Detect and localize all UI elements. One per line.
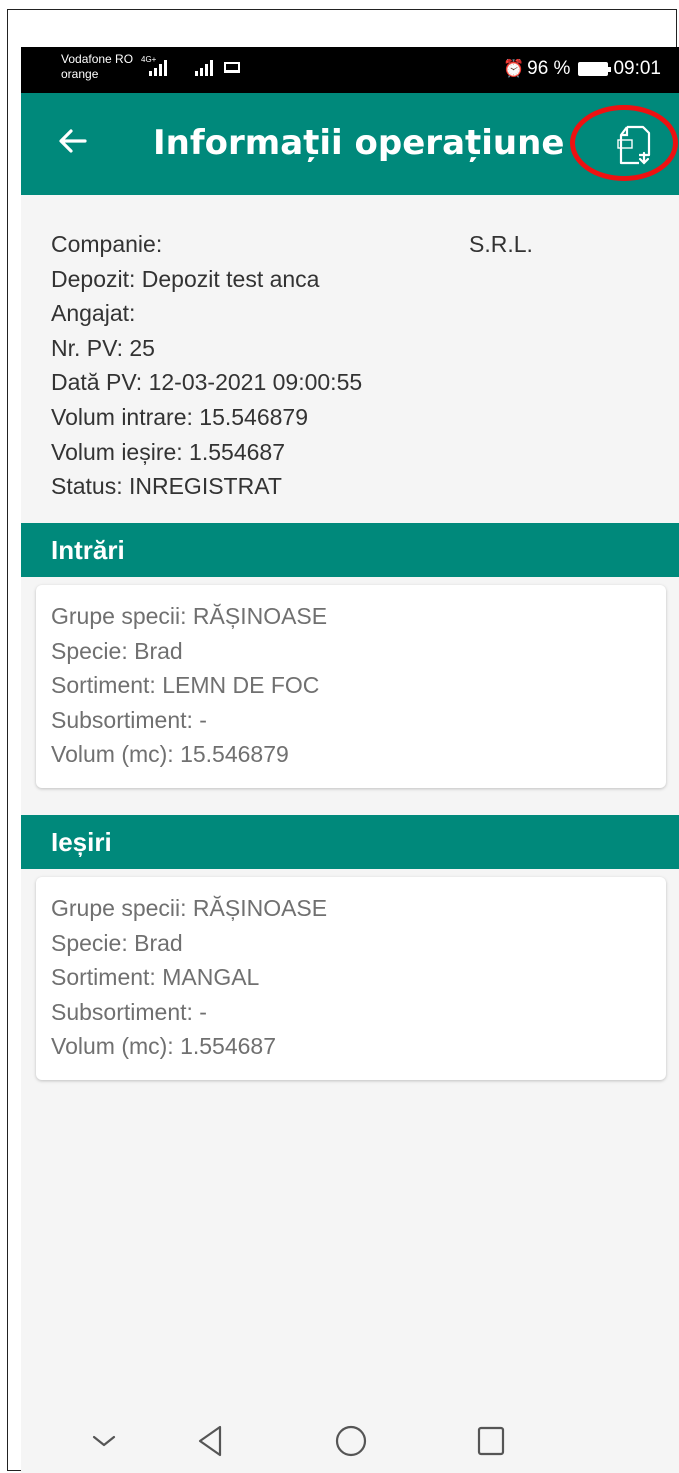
volume: Volum (mc): 15.546879 xyxy=(51,741,289,768)
subassortment: Subsortiment: - xyxy=(51,706,207,733)
depot-row: Depozit: Depozit test anca xyxy=(51,265,320,292)
species-group: Grupe specii: RĂȘINOASE xyxy=(51,895,328,921)
carrier-1: Vodafone RO xyxy=(61,52,134,66)
pv-number-row: Nr. PV: 25 xyxy=(51,334,155,361)
status-bar: Vodafone RO orange 4G+ ⏰ 96 % 09:01 xyxy=(21,47,679,93)
status-right: ⏰ 96 % 09:01 xyxy=(503,58,661,80)
nav-home-icon[interactable] xyxy=(334,1423,368,1464)
phone-screen: Vodafone RO orange 4G+ ⏰ 96 % 09:01 Info… xyxy=(21,47,679,1473)
battery-percent: 96 % xyxy=(527,58,571,79)
screen-mirror-icon xyxy=(224,62,240,73)
outputs-section-header: Ieșiri xyxy=(21,815,679,869)
volume-out-row: Volum ieșire: 1.554687 xyxy=(51,438,285,465)
employee-row: Angajat: xyxy=(51,300,136,327)
volume: Volum (mc): 1.554687 xyxy=(51,1033,277,1060)
species-group: Grupe specii: RĂȘINOASE xyxy=(51,603,328,629)
inputs-section-header: Intrări xyxy=(21,523,679,577)
signal-icon xyxy=(147,59,173,81)
carrier-info: Vodafone RO orange xyxy=(61,52,133,82)
system-nav-bar xyxy=(21,1409,679,1473)
carrier-2: orange xyxy=(61,67,99,81)
subassortment: Subsortiment: - xyxy=(51,998,207,1025)
back-arrow-icon[interactable] xyxy=(55,123,91,159)
app-bar: Informații operațiune xyxy=(21,93,679,195)
highlight-annotation xyxy=(570,105,678,181)
pv-date-row: Dată PV: 12-03-2021 09:00:55 xyxy=(51,369,363,396)
clock: 09:01 xyxy=(613,58,661,79)
nav-back-icon[interactable] xyxy=(196,1423,224,1464)
species: Specie: Brad xyxy=(51,929,183,956)
signal-icon-2 xyxy=(193,59,219,81)
alarm-icon: ⏰ xyxy=(502,59,525,78)
nav-down-icon[interactable] xyxy=(91,1423,117,1464)
status-row: Status: INREGISTRAT xyxy=(51,473,282,500)
input-item-card[interactable]: Grupe specii: RĂȘINOASE Specie: Brad Sor… xyxy=(36,585,666,788)
operation-info: Companie: S.R.L. Depozit: Depozit test a… xyxy=(51,227,533,504)
species: Specie: Brad xyxy=(51,637,183,664)
battery-icon xyxy=(578,62,612,76)
page-title: Informații operațiune xyxy=(153,123,565,163)
nav-recents-icon[interactable] xyxy=(476,1423,506,1464)
output-item-card[interactable]: Grupe specii: RĂȘINOASE Specie: Brad Sor… xyxy=(36,877,666,1080)
company-suffix: S.R.L. xyxy=(469,231,533,257)
company-label: Companie: xyxy=(51,231,163,257)
volume-in-row: Volum intrare: 15.546879 xyxy=(51,403,309,430)
company-row: Companie: S.R.L. xyxy=(51,227,533,262)
assortment: Sortiment: LEMN DE FOC xyxy=(51,672,320,699)
assortment: Sortiment: MANGAL xyxy=(51,964,260,991)
